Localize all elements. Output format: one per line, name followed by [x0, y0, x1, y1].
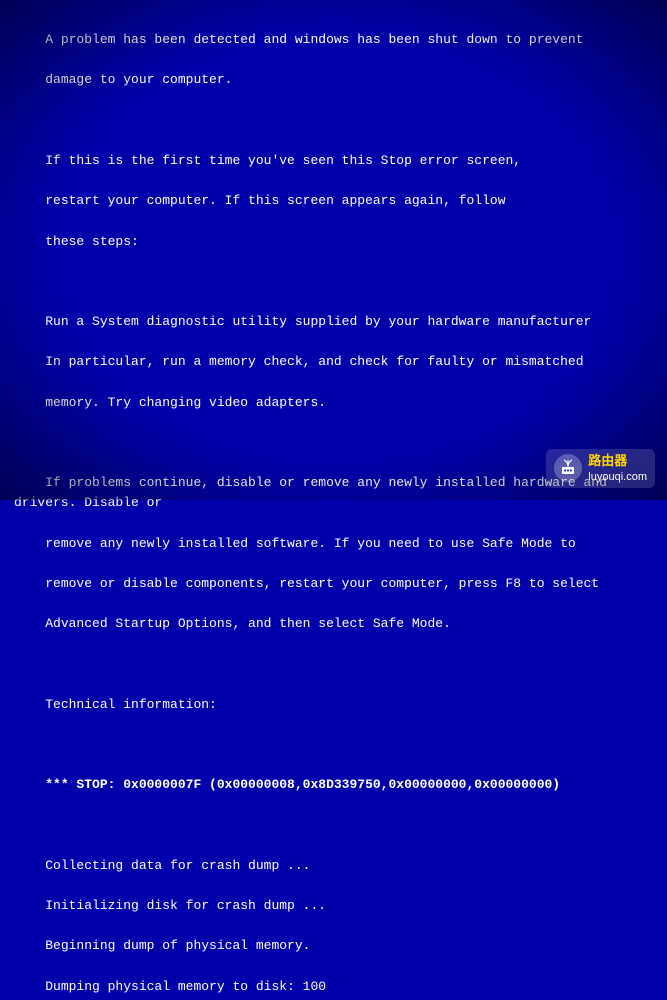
router-icon	[559, 459, 577, 477]
bsod-line15: Advanced Startup Options, and then selec…	[45, 616, 451, 631]
bsod-beginning-dump: Beginning dump of physical memory.	[45, 938, 310, 953]
bsod-content: A problem has been detected and windows …	[14, 10, 653, 1000]
bsod-line1: A problem has been detected and windows …	[45, 32, 583, 47]
bsod-dumping: Dumping physical memory to disk: 100	[45, 979, 326, 994]
bsod-tech-info-label: Technical information:	[45, 697, 217, 712]
bsod-initializing: Initializing disk for crash dump ...	[45, 898, 326, 913]
bsod-line2: damage to your computer.	[45, 72, 232, 87]
watermark: 路由器 luyouqi.com	[546, 449, 655, 488]
watermark-text: 路由器 luyouqi.com	[588, 453, 647, 484]
bsod-line13: remove any newly installed software. If …	[45, 536, 576, 551]
bsod-stop-error: *** STOP: 0x0000007F (0x00000008,0x8D339…	[45, 777, 560, 792]
bsod-line4: If this is the first time you've seen th…	[45, 153, 521, 168]
watermark-site-name: 路由器	[588, 453, 647, 470]
bsod-line14: remove or disable components, restart yo…	[45, 576, 599, 591]
bsod-line8: Run a System diagnostic utility supplied…	[45, 314, 591, 329]
bsod-line10: memory. Try changing video adapters.	[45, 395, 326, 410]
bsod-line12: If problems continue, disable or remove …	[14, 475, 615, 510]
bsod-collecting: Collecting data for crash dump ...	[45, 858, 310, 873]
bsod-line9: In particular, run a memory check, and c…	[45, 354, 583, 369]
watermark-site-url: luyouqi.com	[588, 470, 647, 484]
bsod-line6: these steps:	[45, 234, 139, 249]
bsod-line5: restart your computer. If this screen ap…	[45, 193, 505, 208]
bsod-screen: A problem has been detected and windows …	[0, 0, 667, 500]
watermark-icon	[554, 454, 582, 482]
